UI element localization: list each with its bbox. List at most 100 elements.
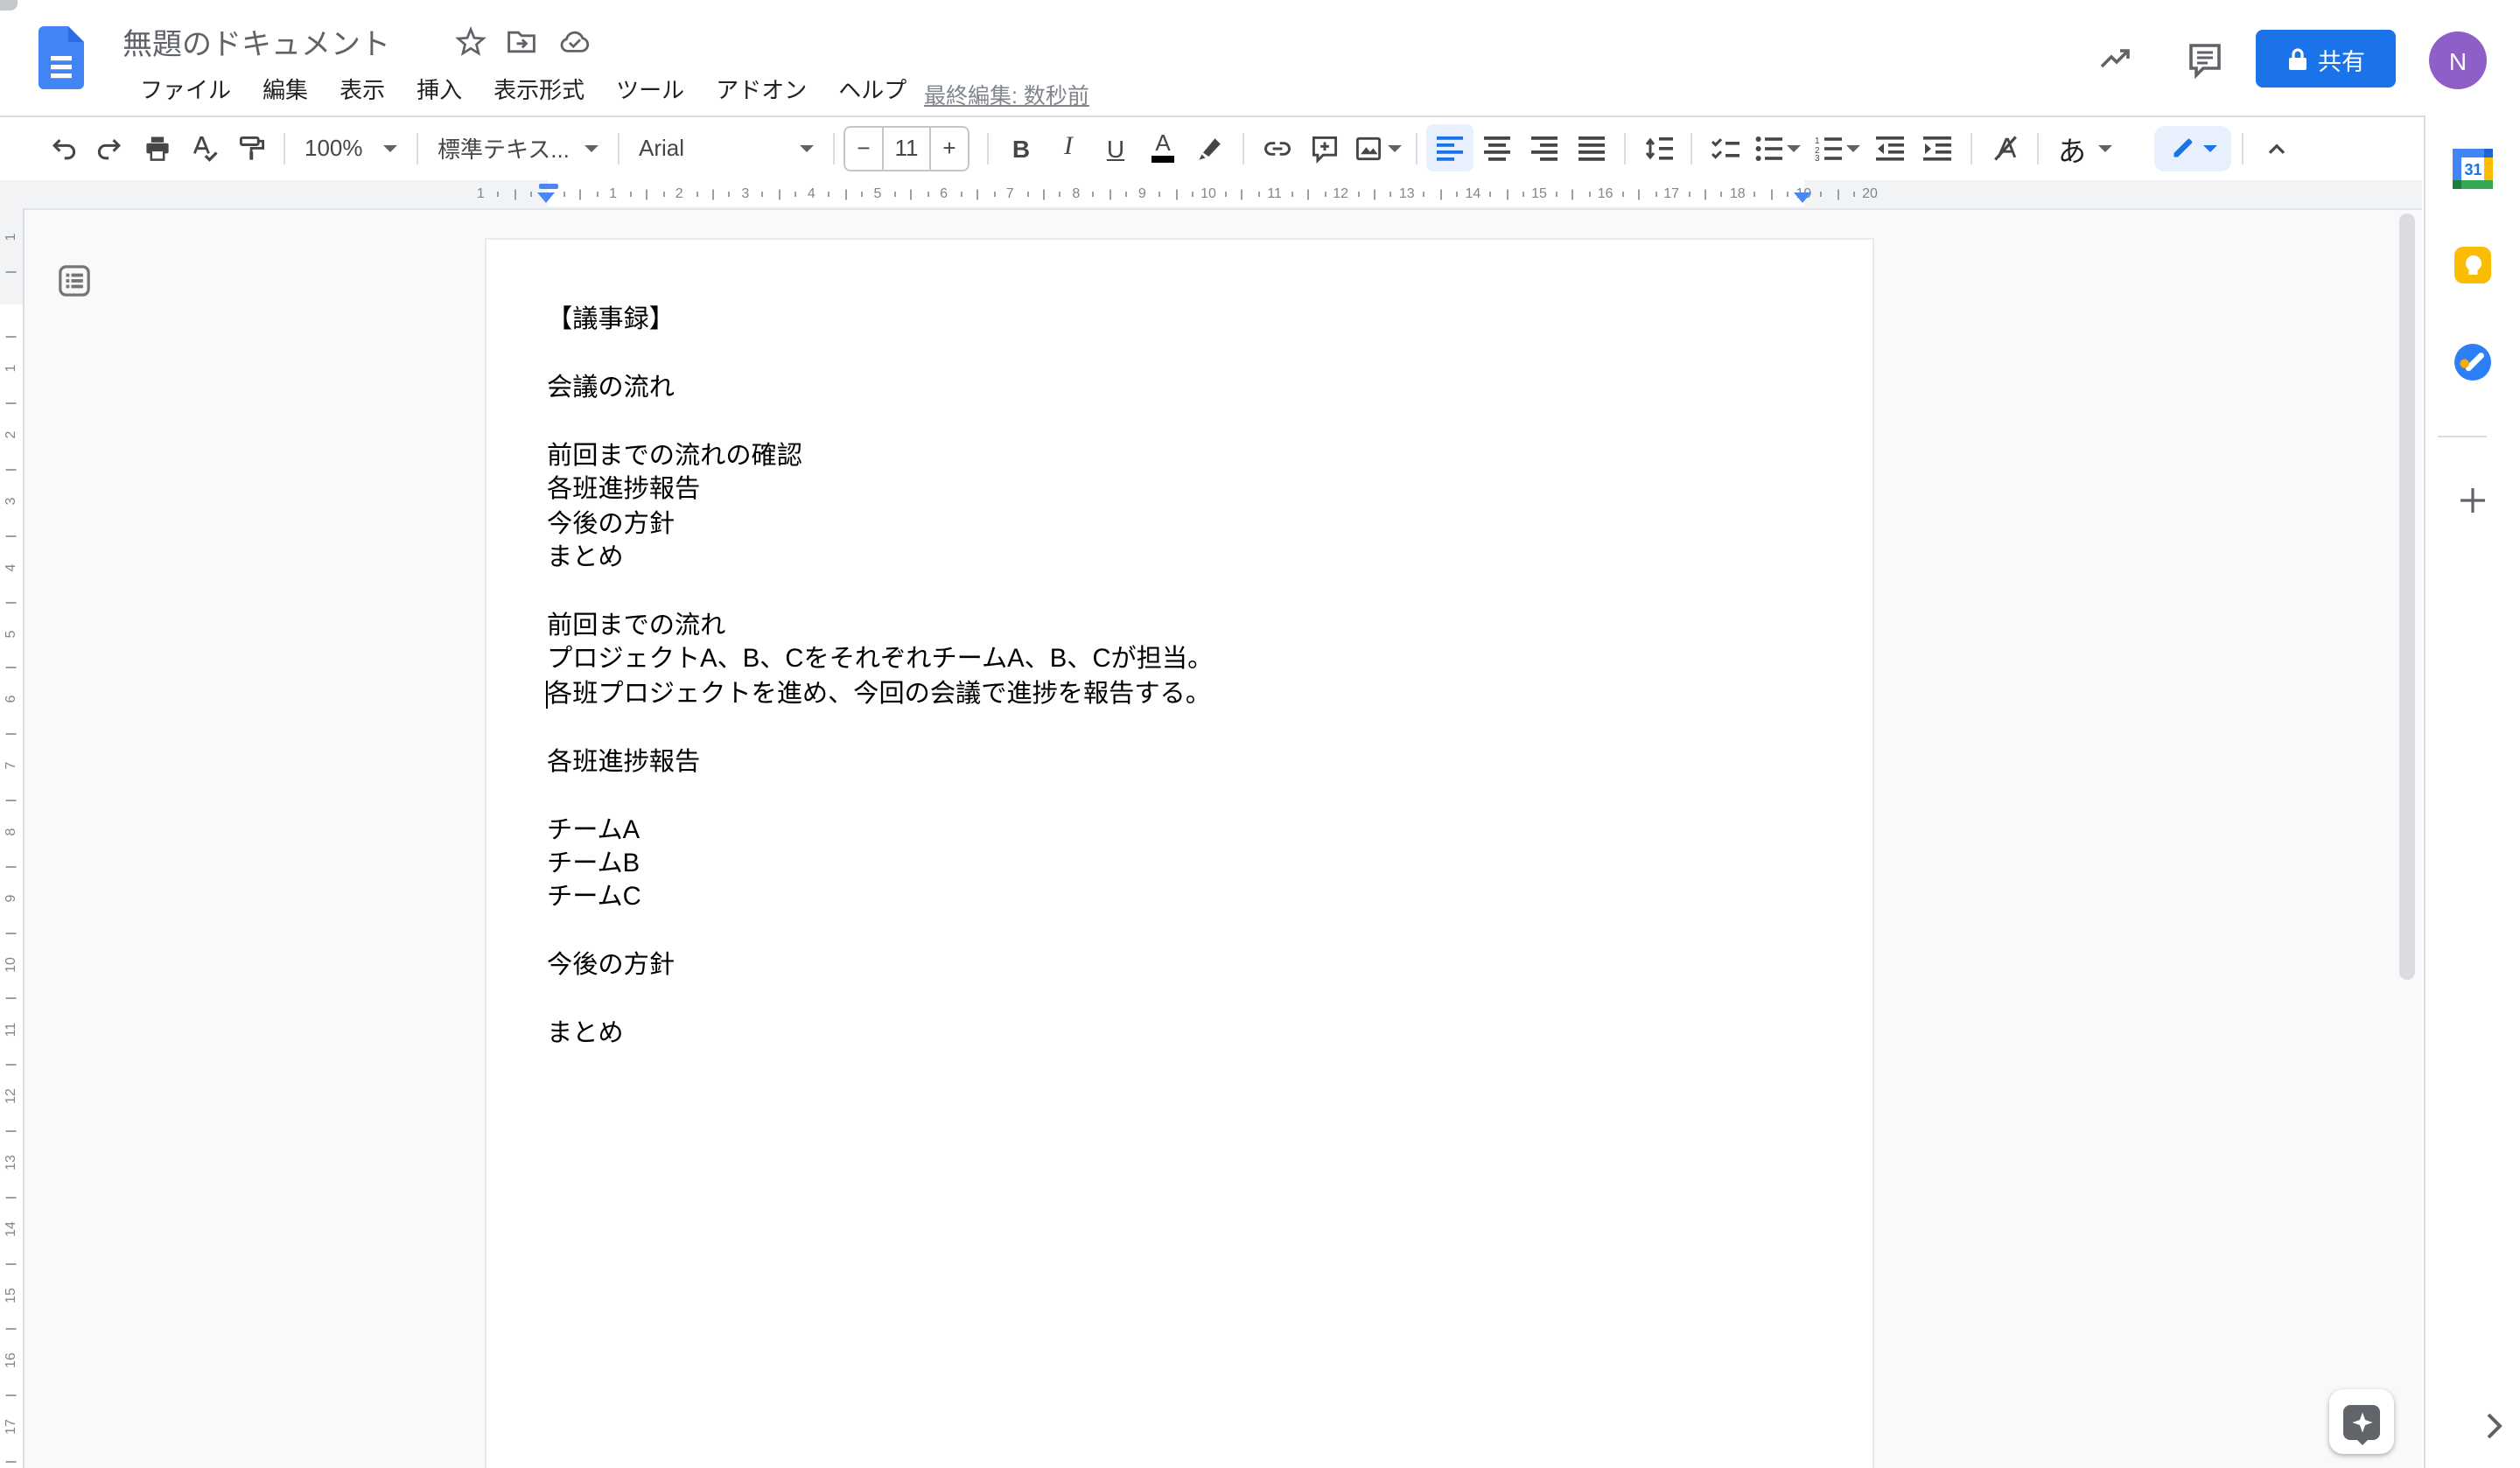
doc-line-10[interactable]: プロジェクトA、B、CをそれぞれチームA、B、Cが担当。 — [547, 645, 1213, 679]
doc-line-0[interactable]: 【議事録】 — [547, 304, 1213, 339]
last-edit-link[interactable]: 最終編集: 数秒前 — [924, 77, 1089, 110]
left-indent-marker[interactable] — [537, 192, 555, 202]
comments-icon[interactable] — [2186, 40, 2224, 79]
v-ruler-number: 14 — [3, 1220, 18, 1237]
show-outline-button[interactable] — [58, 264, 91, 297]
h-ruler-tick — [597, 192, 598, 197]
v-ruler-tick — [6, 866, 16, 868]
decrease-indent-button[interactable] — [1867, 124, 1914, 171]
justify-button[interactable] — [1568, 124, 1615, 171]
doc-line-13[interactable]: 各班進捗報告 — [547, 746, 1213, 780]
font-size-input[interactable]: 11 — [884, 127, 929, 169]
explore-button[interactable] — [2329, 1389, 2394, 1454]
highlight-color-button[interactable] — [1186, 124, 1234, 171]
decrease-font-size-button[interactable]: − — [845, 127, 882, 169]
doc-line-3[interactable] — [547, 407, 1213, 441]
menu-item-7[interactable]: ヘルプ — [822, 73, 922, 108]
h-ruler-tick — [928, 192, 929, 197]
vertical-scrollbar-thumb[interactable] — [2399, 213, 2415, 980]
account-avatar[interactable]: N — [2429, 31, 2487, 89]
document-page[interactable]: 【議事録】 会議の流れ 前回までの流れの確認各班進捗報告今後の方針まとめ 前回ま… — [484, 237, 1873, 1468]
numbered-list-button[interactable]: 123 — [1808, 124, 1867, 171]
document-canvas[interactable]: 【議事録】 会議の流れ 前回までの流れの確認各班進捗報告今後の方針まとめ 前回ま… — [0, 208, 2422, 1468]
print-button[interactable] — [133, 124, 180, 171]
spellcheck-button[interactable] — [180, 124, 228, 171]
underline-button[interactable]: U — [1092, 124, 1139, 171]
move-folder-icon[interactable] — [506, 26, 537, 58]
first-line-indent-marker[interactable] — [538, 183, 557, 189]
insert-image-button[interactable] — [1348, 124, 1407, 171]
doc-line-5[interactable]: 各班進捗報告 — [547, 474, 1213, 508]
doc-line-14[interactable] — [547, 780, 1213, 814]
doc-line-8[interactable] — [547, 577, 1213, 611]
doc-line-7[interactable]: まとめ — [547, 542, 1213, 577]
zoom-select[interactable]: 100% — [294, 125, 408, 171]
paint-format-button[interactable] — [228, 124, 275, 171]
align-left-button[interactable] — [1426, 124, 1474, 171]
doc-line-9[interactable]: 前回までの流れ — [547, 611, 1213, 645]
menu-item-2[interactable]: 表示 — [324, 73, 401, 108]
menu-item-1[interactable]: 編集 — [247, 73, 324, 108]
google-keep-icon[interactable] — [2455, 247, 2492, 283]
redo-button[interactable] — [86, 124, 133, 171]
menu-item-3[interactable]: 挿入 — [401, 73, 478, 108]
vertical-ruler[interactable]: 11234567891011121314151617 — [0, 208, 24, 1468]
text-color-button[interactable]: A — [1139, 124, 1186, 171]
doc-line-16[interactable]: チームB — [547, 849, 1213, 883]
menu-item-4[interactable]: 表示形式 — [478, 73, 600, 108]
expand-panel-chevron[interactable] — [2474, 1407, 2513, 1445]
right-indent-marker[interactable] — [1794, 192, 1811, 202]
add-comment-button[interactable] — [1300, 124, 1348, 171]
input-tools-button[interactable]: あ — [2058, 127, 2112, 169]
horizontal-ruler[interactable]: 11234567891011121314151617181920 — [0, 180, 2422, 210]
collapse-toolbar-button[interactable] — [2252, 124, 2300, 171]
h-ruler-tick — [1424, 192, 1425, 197]
doc-line-12[interactable] — [547, 713, 1213, 747]
doc-line-20[interactable] — [547, 985, 1213, 1019]
undo-button[interactable] — [38, 124, 86, 171]
google-docs-logo-icon[interactable] — [38, 26, 84, 89]
doc-line-2[interactable]: 会議の流れ — [547, 373, 1213, 407]
doc-line-15[interactable]: チームA — [547, 814, 1213, 849]
doc-line-21[interactable]: まとめ — [547, 1018, 1213, 1052]
align-right-button[interactable] — [1521, 124, 1568, 171]
add-addon-icon[interactable] — [2456, 483, 2491, 518]
editing-mode-button[interactable] — [2154, 125, 2231, 171]
v-ruler-tick — [6, 469, 16, 471]
align-center-button[interactable] — [1474, 124, 1521, 171]
google-tasks-icon[interactable] — [2454, 343, 2493, 381]
star-icon[interactable] — [455, 26, 486, 58]
doc-line-1[interactable] — [547, 339, 1213, 373]
bold-button[interactable]: B — [998, 124, 1045, 171]
menu-item-6[interactable]: アドオン — [700, 73, 822, 108]
document-stats-icon[interactable] — [2096, 40, 2135, 79]
menu-item-0[interactable]: ファイル — [124, 73, 247, 108]
google-calendar-icon[interactable]: 31 — [2454, 149, 2494, 189]
italic-button[interactable]: I — [1045, 124, 1092, 171]
bulleted-list-button[interactable] — [1748, 124, 1808, 171]
paragraph-style-select[interactable]: 標準テキス... — [427, 125, 609, 171]
line-spacing-button[interactable] — [1634, 124, 1682, 171]
cloud-saved-icon[interactable] — [558, 26, 590, 58]
increase-indent-button[interactable] — [1914, 124, 1962, 171]
v-ruler-tick — [6, 1130, 16, 1132]
h-ruler-tick — [861, 192, 863, 197]
share-button-label: 共有 — [2318, 41, 2365, 76]
doc-line-18[interactable] — [547, 917, 1213, 951]
doc-line-4[interactable]: 前回までの流れの確認 — [547, 441, 1213, 475]
clear-formatting-button[interactable] — [1981, 124, 2028, 171]
font-select[interactable]: Arial — [628, 125, 824, 171]
doc-line-19[interactable]: 今後の方針 — [547, 951, 1213, 985]
menu-item-5[interactable]: ツール — [600, 73, 700, 108]
document-text[interactable]: 【議事録】 会議の流れ 前回までの流れの確認各班進捗報告今後の方針まとめ 前回ま… — [547, 304, 1213, 1052]
document-title[interactable]: 無題のドキュメント — [122, 19, 390, 63]
increase-font-size-button[interactable]: + — [931, 127, 968, 169]
doc-line-17[interactable]: チームC — [547, 883, 1213, 917]
share-button[interactable]: 共有 — [2256, 30, 2396, 87]
doc-line-11[interactable]: 各班プロジェクトを進め、今回の会議で進捗を報告する。 — [547, 679, 1213, 713]
checklist-button[interactable] — [1701, 124, 1748, 171]
doc-line-6[interactable]: 今後の方針 — [547, 508, 1213, 542]
h-ruler-tick — [1556, 192, 1558, 197]
chevron-down-icon — [800, 144, 814, 151]
insert-link-button[interactable] — [1253, 124, 1300, 171]
